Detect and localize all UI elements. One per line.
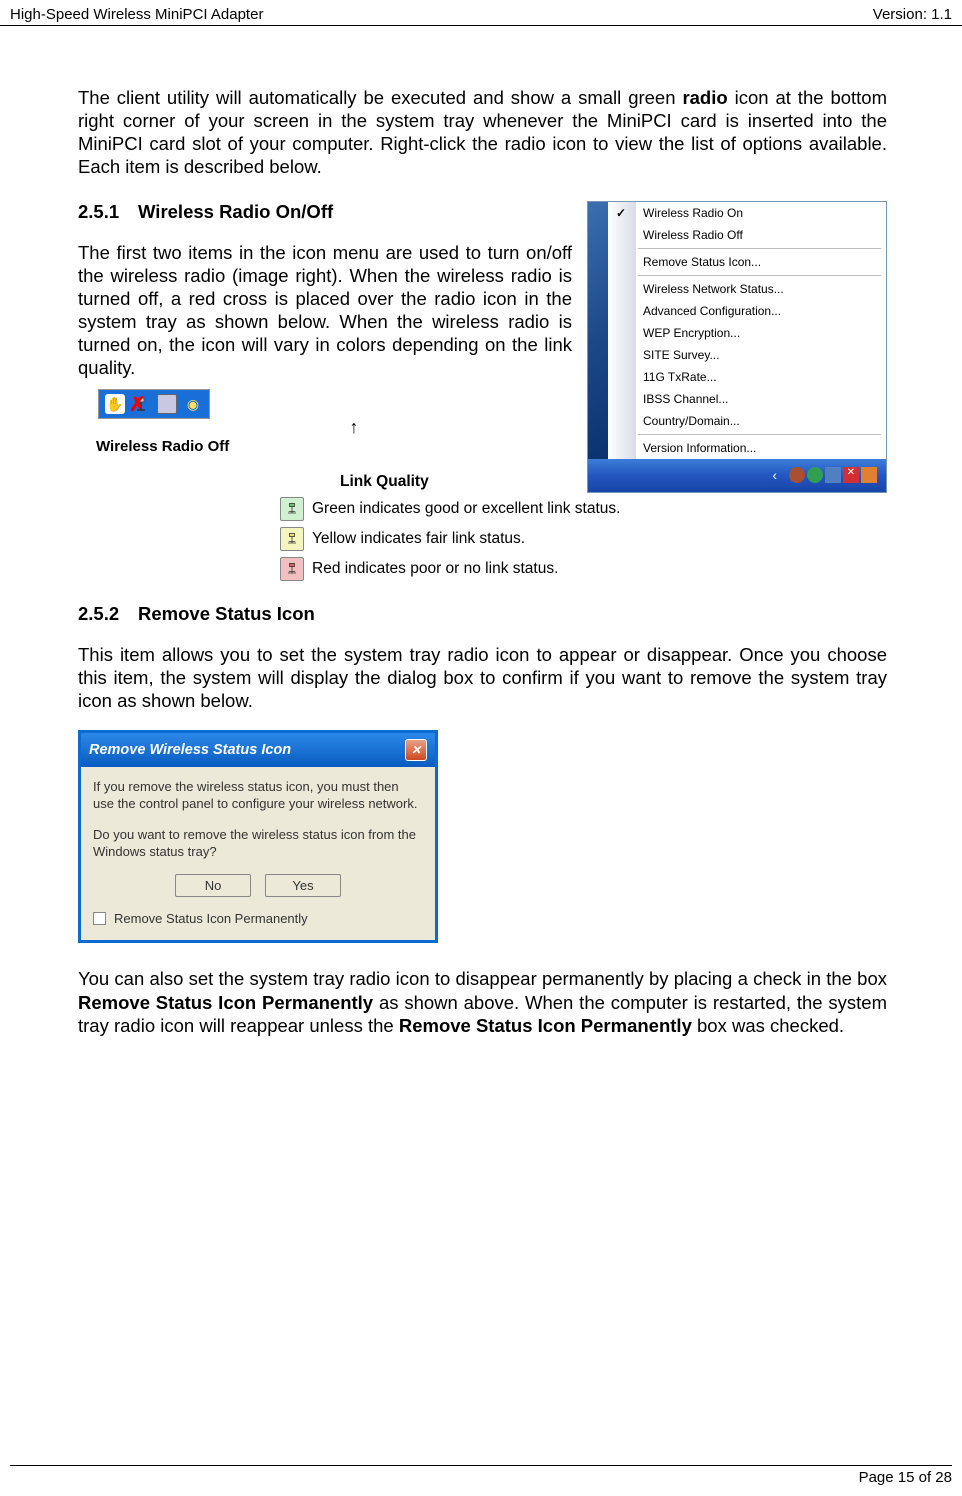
antenna-red-icon	[280, 557, 304, 581]
link-quality-row-yellow: Yellow indicates fair link status.	[280, 527, 887, 551]
menu-item-ibss[interactable]: IBSS Channel...	[588, 388, 886, 410]
link-quality-row-red: Red indicates poor or no link status.	[280, 557, 887, 581]
no-button[interactable]: No	[175, 874, 251, 897]
link-quality-row-green: Green indicates good or excellent link s…	[280, 497, 887, 521]
menu-item-advanced[interactable]: Advanced Configuration...	[588, 300, 886, 322]
menu-item-version[interactable]: Version Information...	[588, 437, 886, 459]
antenna-green-icon	[280, 497, 304, 521]
checkbox-row: Remove Status Icon Permanently	[93, 911, 423, 926]
page-footer: Page 15 of 28	[10, 1465, 952, 1486]
tray-icon-2[interactable]	[807, 467, 823, 483]
wireless-radio-off-label: Wireless Radio Off	[96, 438, 572, 455]
section-252-header: 2.5.2Remove Status Icon	[78, 603, 887, 625]
section-252: 2.5.2Remove Status Icon This item allows…	[78, 603, 887, 1037]
menu-item-status[interactable]: Wireless Network Status...	[588, 278, 886, 300]
tray-section: ✕	[785, 467, 881, 483]
permanent-checkbox[interactable]	[93, 912, 106, 925]
menu-divider	[638, 275, 881, 276]
menu-item-radio-on[interactable]: Wireless Radio On	[588, 202, 886, 224]
systray-illustration: ✋ ✗ ◉	[78, 389, 572, 419]
page-header: High-Speed Wireless MiniPCI Adapter Vers…	[0, 0, 962, 26]
menu-item-survey[interactable]: SITE Survey...	[588, 344, 886, 366]
header-right: Version: 1.1	[873, 6, 952, 23]
dialog-body: If you remove the wireless status icon, …	[81, 767, 435, 941]
page-content: The client utility will automatically be…	[0, 26, 962, 1037]
checkbox-label: Remove Status Icon Permanently	[114, 911, 308, 926]
section-251-body: The first two items in the icon menu are…	[78, 241, 572, 380]
section-251-header: 2.5.1Wireless Radio On/Off	[78, 201, 572, 223]
dialog-p1: If you remove the wireless status icon, …	[93, 779, 423, 813]
close-icon[interactable]: ✕	[405, 739, 427, 761]
menu-item-wep[interactable]: WEP Encryption...	[588, 322, 886, 344]
menu-item-radio-off[interactable]: Wireless Radio Off	[588, 224, 886, 246]
link-quality-red-text: Red indicates poor or no link status.	[312, 560, 558, 578]
section-252-body: This item allows you to set the system t…	[78, 643, 887, 712]
systray-box: ✋ ✗ ◉	[98, 389, 210, 419]
menu-divider	[638, 434, 881, 435]
dialog-p2: Do you want to remove the wireless statu…	[93, 827, 423, 861]
dialog-titlebar: Remove Wireless Status Icon ✕	[81, 733, 435, 767]
tray-icon-1[interactable]	[789, 467, 805, 483]
tray-chevron-icon[interactable]: ‹	[772, 467, 777, 483]
link-quality-green-text: Green indicates good or excellent link s…	[312, 500, 620, 518]
antenna-crossed-icon: ✗	[131, 394, 151, 414]
tray-icon-3[interactable]	[825, 467, 841, 483]
antenna-yellow-icon	[280, 527, 304, 551]
page-number: Page 15 of 28	[859, 1469, 952, 1486]
para-after-dialog: You can also set the system tray radio i…	[78, 967, 887, 1036]
context-menu: Wireless Radio On Wireless Radio Off Rem…	[587, 201, 887, 493]
tray-antenna-off-icon[interactable]: ✕	[843, 467, 859, 483]
hand-icon: ✋	[105, 394, 125, 414]
tray-icon-5[interactable]	[861, 467, 877, 483]
sound-icon: ◉	[183, 394, 203, 414]
arrow-up-icon: ↑	[136, 417, 572, 438]
dialog-buttons: No Yes	[93, 874, 423, 897]
header-left: High-Speed Wireless MiniPCI Adapter	[10, 6, 263, 23]
menu-item-remove-icon[interactable]: Remove Status Icon...	[588, 251, 886, 273]
yes-button[interactable]: Yes	[265, 874, 341, 897]
menu-item-country[interactable]: Country/Domain...	[588, 410, 886, 432]
link-quality-yellow-text: Yellow indicates fair link status.	[312, 530, 525, 548]
remove-status-dialog: Remove Wireless Status Icon ✕ If you rem…	[78, 730, 438, 944]
menu-divider	[638, 248, 881, 249]
dialog-title-text: Remove Wireless Status Icon	[89, 742, 291, 758]
menu-item-txrate[interactable]: 11G TxRate...	[588, 366, 886, 388]
taskbar: ‹ ✕	[588, 459, 886, 492]
monitor-icon	[157, 394, 177, 414]
intro-paragraph: The client utility will automatically be…	[78, 86, 887, 179]
